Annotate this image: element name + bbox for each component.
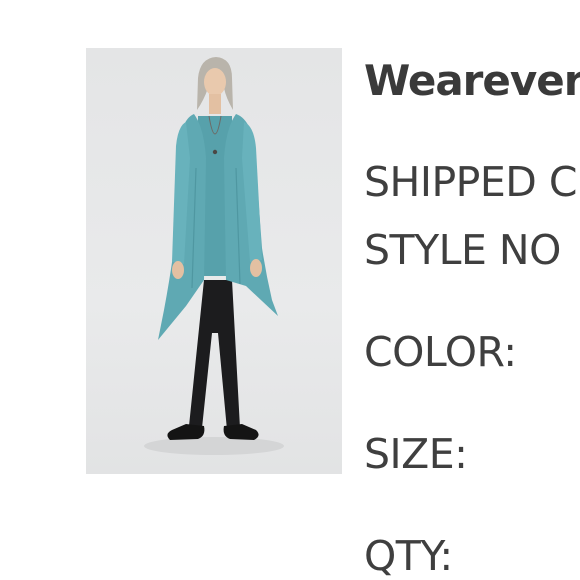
shipped-label: SHIPPED C (364, 158, 578, 206)
product-image[interactable] (86, 48, 342, 474)
model-pants (189, 280, 240, 430)
model-hand-right (250, 259, 262, 277)
product-title[interactable]: Wearever (364, 60, 580, 102)
floor-shadow (144, 437, 284, 455)
model-shoe-left (167, 424, 205, 440)
model-photo (144, 57, 284, 455)
model-face (204, 68, 226, 96)
order-item-details: Wearever SHIPPED C STYLE NO COLOR: SIZE:… (362, 0, 580, 580)
size-label: SIZE: (364, 430, 468, 478)
model-hand-left (172, 261, 184, 279)
style-number-label: STYLE NO (364, 226, 561, 274)
necklace-pendant (212, 149, 218, 155)
order-item-card: Wearever SHIPPED C STYLE NO COLOR: SIZE:… (0, 0, 580, 580)
model-neck (209, 94, 221, 114)
color-label: COLOR: (364, 328, 517, 376)
model-shoe-right (223, 424, 259, 440)
quantity-label: QTY: (364, 532, 453, 580)
